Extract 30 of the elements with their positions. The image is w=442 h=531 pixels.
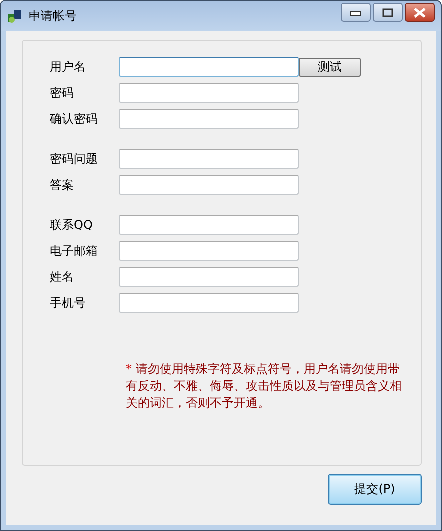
field-label: 确认密码 [50, 110, 99, 128]
field-label: 密码问题 [50, 150, 99, 168]
maximize-icon [382, 8, 394, 18]
close-button[interactable] [405, 3, 435, 22]
window-title: 申请帐号 [29, 8, 77, 24]
field-label: 用户名 [50, 58, 87, 76]
maximize-button[interactable] [373, 3, 403, 22]
input-field[interactable] [119, 57, 299, 77]
test-button[interactable]: 测试 [299, 58, 361, 76]
input-field[interactable] [119, 241, 299, 261]
app-icon [7, 8, 23, 24]
input-field[interactable] [119, 109, 299, 129]
input-field[interactable] [119, 175, 299, 195]
field-label: 联系QQ [50, 216, 94, 234]
input-field[interactable] [119, 293, 299, 313]
field-label: 电子邮箱 [50, 242, 99, 260]
field-label: 密码 [50, 84, 75, 102]
submit-button[interactable]: 提交(P) [328, 474, 422, 505]
input-field[interactable] [119, 149, 299, 169]
field-label: 姓名 [50, 268, 75, 286]
notice-text: * 请勿使用特殊字符及标点符号，用户名请勿使用带有反动、不雅、侮辱、攻击性质以及与管理员含义相关的词汇，否则不予开通。 [126, 361, 403, 412]
input-field[interactable] [119, 267, 299, 287]
field-label: 答案 [50, 176, 75, 194]
minimize-button[interactable] [341, 3, 371, 22]
input-field[interactable] [119, 83, 299, 103]
asterisk-mark: * [126, 362, 132, 376]
field-label: 手机号 [50, 294, 87, 312]
close-icon [413, 8, 427, 18]
minimize-icon [350, 8, 362, 16]
input-field[interactable] [119, 215, 299, 235]
